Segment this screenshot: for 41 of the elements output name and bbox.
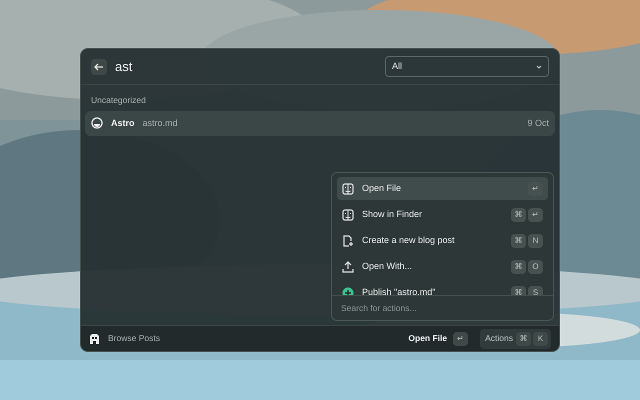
back-button[interactable] [91,58,107,74]
plus-circle-icon [342,286,354,295]
section-title: Uncategorized [90,94,147,107]
action-label: Open With... [362,260,412,273]
key-cap: ⌘ [511,286,526,295]
actions-button[interactable]: Actions ⌘ K [480,328,551,348]
key-cap: ↵ [528,208,543,222]
result-date: 9 Oct [527,116,549,130]
new-file-icon [342,234,354,246]
action-label: Create a new blog post [362,234,455,247]
planet-icon [91,117,103,130]
search-field[interactable]: ast [115,56,377,76]
action-item[interactable]: Show in Finder ⌘ ↵ [337,203,548,226]
result-filename: astro.md [142,116,178,130]
action-item[interactable]: Publish "astro.md" ⌘ S [337,281,548,295]
action-label: Open File [362,182,402,195]
key-cap: ⌘ [511,208,526,222]
key-cap: S [528,286,543,295]
upload-icon [342,260,354,272]
key-cap: ⌘ [511,260,526,274]
action-item[interactable]: Open File ↵ [337,177,548,200]
actions-search-field[interactable]: Search for actions... [341,302,544,314]
key-cap: O [528,260,543,274]
key-cap: ↵ [528,182,543,196]
app-logo-icon [89,332,100,344]
result-row[interactable]: Astro astro.md 9 Oct [85,110,555,136]
key-cap: ⌘ [516,332,531,346]
action-label: Publish "astro.md" [362,286,436,295]
filter-dropdown[interactable]: All [385,56,549,77]
back-arrow-icon [94,62,104,70]
key-cap: ⌘ [511,234,526,248]
action-item[interactable]: Open With... ⌘ O [337,255,548,278]
action-item[interactable]: Create a new blog post ⌘ N [337,229,548,252]
key-cap: K [533,332,548,346]
key-cap: N [528,234,543,248]
primary-action-button[interactable]: Open File ↵ [404,328,472,348]
key-cap: ↵ [453,332,468,346]
footer-title: Browse Posts [108,332,160,345]
action-label: Show in Finder [362,208,422,221]
result-title: Astro [111,116,135,130]
chevron-down-icon [536,64,542,68]
